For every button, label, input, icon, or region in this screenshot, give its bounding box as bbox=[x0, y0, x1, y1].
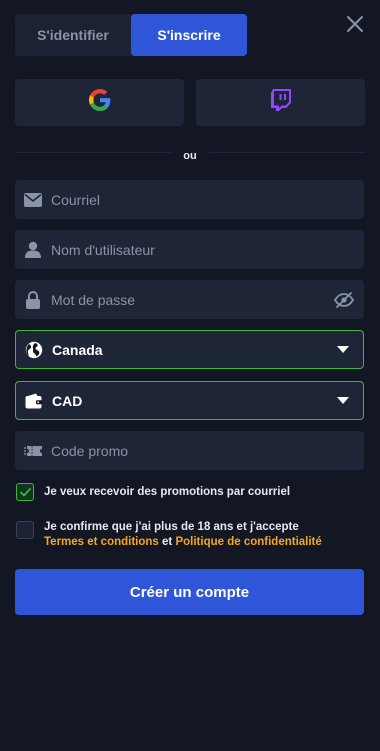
twitch-login-button[interactable] bbox=[196, 79, 365, 126]
tab-register[interactable]: S'inscrire bbox=[131, 14, 247, 56]
country-select[interactable]: Canada bbox=[15, 330, 364, 369]
close-icon[interactable] bbox=[346, 15, 364, 33]
envelope-icon bbox=[24, 191, 42, 209]
promo-code-placeholder: Code promo bbox=[51, 442, 129, 459]
terms-link[interactable]: Termes et conditions bbox=[44, 536, 159, 548]
and-text: et bbox=[162, 536, 173, 548]
user-icon bbox=[24, 241, 42, 259]
privacy-link[interactable]: Politique de confidentialité bbox=[175, 536, 321, 548]
twitch-icon bbox=[270, 89, 291, 116]
username-placeholder: Nom d'utilisateur bbox=[51, 241, 155, 258]
check-icon bbox=[19, 487, 31, 496]
promo-consent-row: Je veux recevoir des promotions par cour… bbox=[16, 483, 290, 501]
globe-icon bbox=[25, 341, 43, 359]
eye-off-icon[interactable] bbox=[333, 291, 355, 309]
currency-value: CAD bbox=[52, 392, 83, 409]
email-placeholder: Courriel bbox=[51, 191, 101, 208]
google-icon bbox=[88, 89, 111, 116]
promo-consent-checkbox[interactable] bbox=[16, 483, 34, 501]
password-field[interactable]: Mot de passe bbox=[15, 280, 364, 319]
google-login-button[interactable] bbox=[15, 79, 184, 126]
username-field[interactable]: Nom d'utilisateur bbox=[15, 230, 364, 269]
password-placeholder: Mot de passe bbox=[51, 291, 136, 308]
age-terms-checkbox[interactable] bbox=[16, 521, 34, 539]
divider-text: ou bbox=[171, 150, 209, 162]
age-terms-label: Je confirme que j'ai plus de 18 ans et j… bbox=[44, 520, 322, 550]
lock-icon bbox=[24, 290, 42, 309]
currency-select[interactable]: CAD bbox=[15, 381, 364, 420]
promo-consent-label: Je veux recevoir des promotions par cour… bbox=[44, 486, 291, 498]
email-field[interactable]: Courriel bbox=[15, 180, 364, 219]
country-value: Canada bbox=[52, 341, 103, 358]
promo-code-field[interactable]: Code promo bbox=[15, 431, 364, 470]
chevron-down-icon bbox=[332, 341, 354, 359]
ticket-icon bbox=[24, 442, 42, 460]
create-account-button[interactable]: Créer un compte bbox=[15, 569, 364, 615]
wallet-icon bbox=[25, 392, 43, 410]
chevron-down-icon bbox=[332, 392, 354, 410]
age-terms-row: Je confirme que j'ai plus de 18 ans et j… bbox=[16, 520, 322, 550]
tab-login[interactable]: S'identifier bbox=[15, 14, 131, 56]
age-confirm-text: Je confirme que j'ai plus de 18 ans et j… bbox=[44, 521, 299, 533]
auth-tabs: S'identifier S'inscrire bbox=[15, 14, 247, 56]
